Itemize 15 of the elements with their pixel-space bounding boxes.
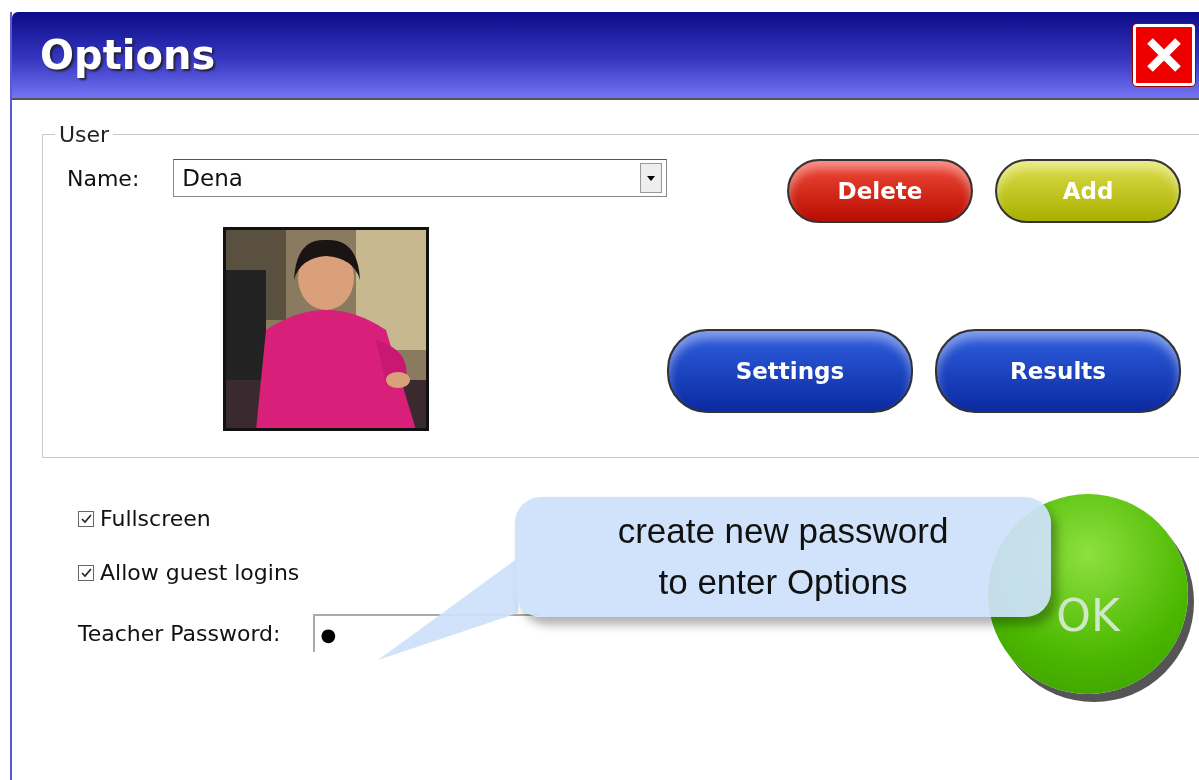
- name-dropdown[interactable]: Dena: [173, 159, 667, 197]
- checkbox-label: Fullscreen: [100, 506, 211, 531]
- checkbox-label: Allow guest logins: [100, 560, 300, 585]
- wide-button[interactable]: Settings: [667, 329, 913, 413]
- checkbox[interactable]: [78, 510, 94, 527]
- caret-icon: [647, 175, 655, 181]
- name-label: Name:: [67, 165, 140, 191]
- password-label: Teacher Password:: [78, 620, 281, 646]
- window-title: Options: [40, 32, 216, 78]
- checkbox[interactable]: [78, 564, 94, 581]
- pill-button[interactable]: Delete: [787, 159, 973, 223]
- close-button[interactable]: [1133, 24, 1195, 86]
- wide-button[interactable]: Results: [935, 329, 1181, 413]
- callout-text: create new password to enter Options: [617, 510, 949, 603]
- group-legend: User: [55, 122, 114, 147]
